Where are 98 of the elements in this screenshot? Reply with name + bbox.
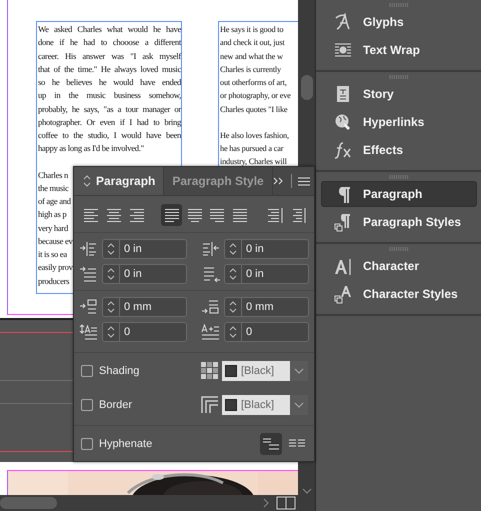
text-line: career. His answer was "I ask myself: [38, 50, 181, 63]
spinner-icon[interactable]: [106, 324, 116, 340]
color-dropdown[interactable]: [Black]: [222, 394, 290, 414]
text-line: because ev: [38, 234, 72, 248]
text-line: that of the time." He always loved music: [38, 62, 181, 76]
number-field[interactable]: 0: [224, 322, 309, 342]
space-before-icon: [79, 298, 99, 316]
spinner-icon[interactable]: [228, 241, 238, 257]
split-view-icon[interactable]: [276, 496, 296, 510]
text-line: very hard: [38, 222, 68, 235]
first-line-icon: [79, 265, 99, 283]
panel-tab[interactable]: Paragraph: [74, 167, 164, 195]
script-letter-icon: [334, 12, 352, 32]
text-line: coffee to the studio, I would have been: [38, 129, 181, 142]
text-line: so he believes he would have ended: [38, 76, 181, 89]
dropdown-caret-icon[interactable]: [294, 368, 304, 374]
number-field[interactable]: 0 mm: [224, 297, 309, 317]
right-indent-icon: [201, 240, 221, 258]
panel-item[interactable]: Glyphs: [321, 9, 477, 35]
number-field[interactable]: 0 in: [102, 239, 187, 259]
drop-chars-icon: [201, 323, 221, 341]
chevron-right-icon[interactable]: [262, 498, 270, 508]
document-icon: [334, 84, 352, 104]
text-line: producers: [38, 274, 70, 288]
option-label: Hyphenate: [99, 438, 154, 450]
number-field[interactable]: 0 in: [102, 264, 187, 284]
panel-item[interactable]: Story: [321, 81, 477, 107]
spinner-icon[interactable]: [228, 299, 238, 315]
color-dropdown[interactable]: [Black]: [222, 360, 290, 380]
letter-styles-icon: [334, 284, 352, 304]
color-swatch-icon: [225, 398, 237, 410]
chevron-down-icon[interactable]: [302, 487, 312, 495]
scroll-thumb[interactable]: [300, 75, 312, 100]
drop-lines-icon: [79, 323, 99, 341]
single-line-composer-icon: [263, 438, 279, 450]
text-line: he has pursued a car: [220, 143, 284, 155]
letter-cursor-icon: [334, 256, 352, 276]
text-line: or photography, or eve: [220, 90, 291, 102]
panel-item[interactable]: Paragraph: [321, 181, 477, 207]
panel-item[interactable]: Hyperlinks: [321, 109, 477, 135]
text-line: out otherforms of art,: [220, 77, 287, 89]
text-line: new and what the w: [220, 50, 283, 62]
text-line: it is so ea: [38, 248, 67, 261]
number-field[interactable]: 0 in: [224, 264, 309, 284]
spinner-icon[interactable]: [106, 299, 116, 315]
text-line: He also loves fashion,: [220, 130, 289, 142]
panel-item[interactable]: Paragraph Styles: [321, 209, 477, 235]
text-line: He says it is good to: [220, 24, 284, 36]
option-label: Shading: [99, 364, 140, 376]
checkbox[interactable]: [81, 438, 93, 450]
text-line: photographer. Or even if I had to bring: [38, 116, 181, 129]
text-line: Charles n: [38, 168, 68, 182]
text-line: industry, Charles will: [220, 156, 287, 168]
text-line: the music: [38, 182, 68, 195]
option-label: Border: [99, 398, 134, 410]
menu-icon[interactable]: [298, 176, 310, 186]
panel-item[interactable]: Character: [321, 253, 477, 279]
dropdown-caret-icon[interactable]: [294, 402, 304, 408]
alignment-icon: [266, 205, 284, 225]
border-corner-icon[interactable]: [201, 396, 219, 414]
space-after-icon: [201, 298, 221, 316]
panel-item[interactable]: Text Wrap: [321, 37, 477, 63]
fx-icon: [334, 140, 352, 160]
text-line: done if he had to chooose a different: [38, 36, 181, 50]
color-swatch-icon: [225, 364, 237, 376]
globe-pointer-icon: [334, 112, 352, 132]
checkbox[interactable]: [81, 398, 93, 410]
panel-item[interactable]: Character Styles: [321, 281, 477, 307]
checkbox[interactable]: [81, 364, 93, 376]
text-line: We asked Charles what would he have: [38, 23, 181, 36]
left-indent-icon: [79, 240, 99, 258]
text-line: probably, he says, "as a tour manager or: [38, 102, 181, 116]
number-field[interactable]: 0: [102, 322, 187, 342]
scroll-thumb[interactable]: [0, 497, 57, 509]
text-line: and check it out, just: [220, 37, 284, 50]
alignment-button[interactable]: [161, 204, 182, 226]
composer-button[interactable]: [260, 432, 282, 454]
spinner-icon[interactable]: [106, 266, 116, 282]
multi-line-composer-icon: [289, 438, 305, 448]
text-wrap-icon: [334, 40, 352, 60]
number-field[interactable]: 0 in: [224, 239, 309, 259]
collapse-icon[interactable]: [82, 173, 92, 189]
text-line: easily prov: [38, 261, 73, 274]
number-field[interactable]: 0 mm: [102, 297, 187, 317]
double-chevron-icon[interactable]: [272, 176, 285, 186]
pilcrow-styles-icon: [334, 212, 352, 232]
panel-item[interactable]: Effects: [321, 137, 477, 163]
text-line: Charles quotes "I like: [220, 104, 288, 116]
text-line: of age and: [38, 195, 71, 208]
last-line-icon: [201, 265, 221, 283]
shading-tint-icon[interactable]: [201, 362, 219, 380]
text-line: up in the music business somehow,: [38, 89, 181, 102]
text-line: happy as long as I'd be involved.": [38, 142, 144, 156]
spinner-icon[interactable]: [228, 324, 238, 340]
spinner-icon[interactable]: [106, 241, 116, 257]
spinner-icon[interactable]: [228, 266, 238, 282]
text-line: high as p: [38, 208, 66, 222]
text-line: Charles is currently: [220, 64, 281, 76]
